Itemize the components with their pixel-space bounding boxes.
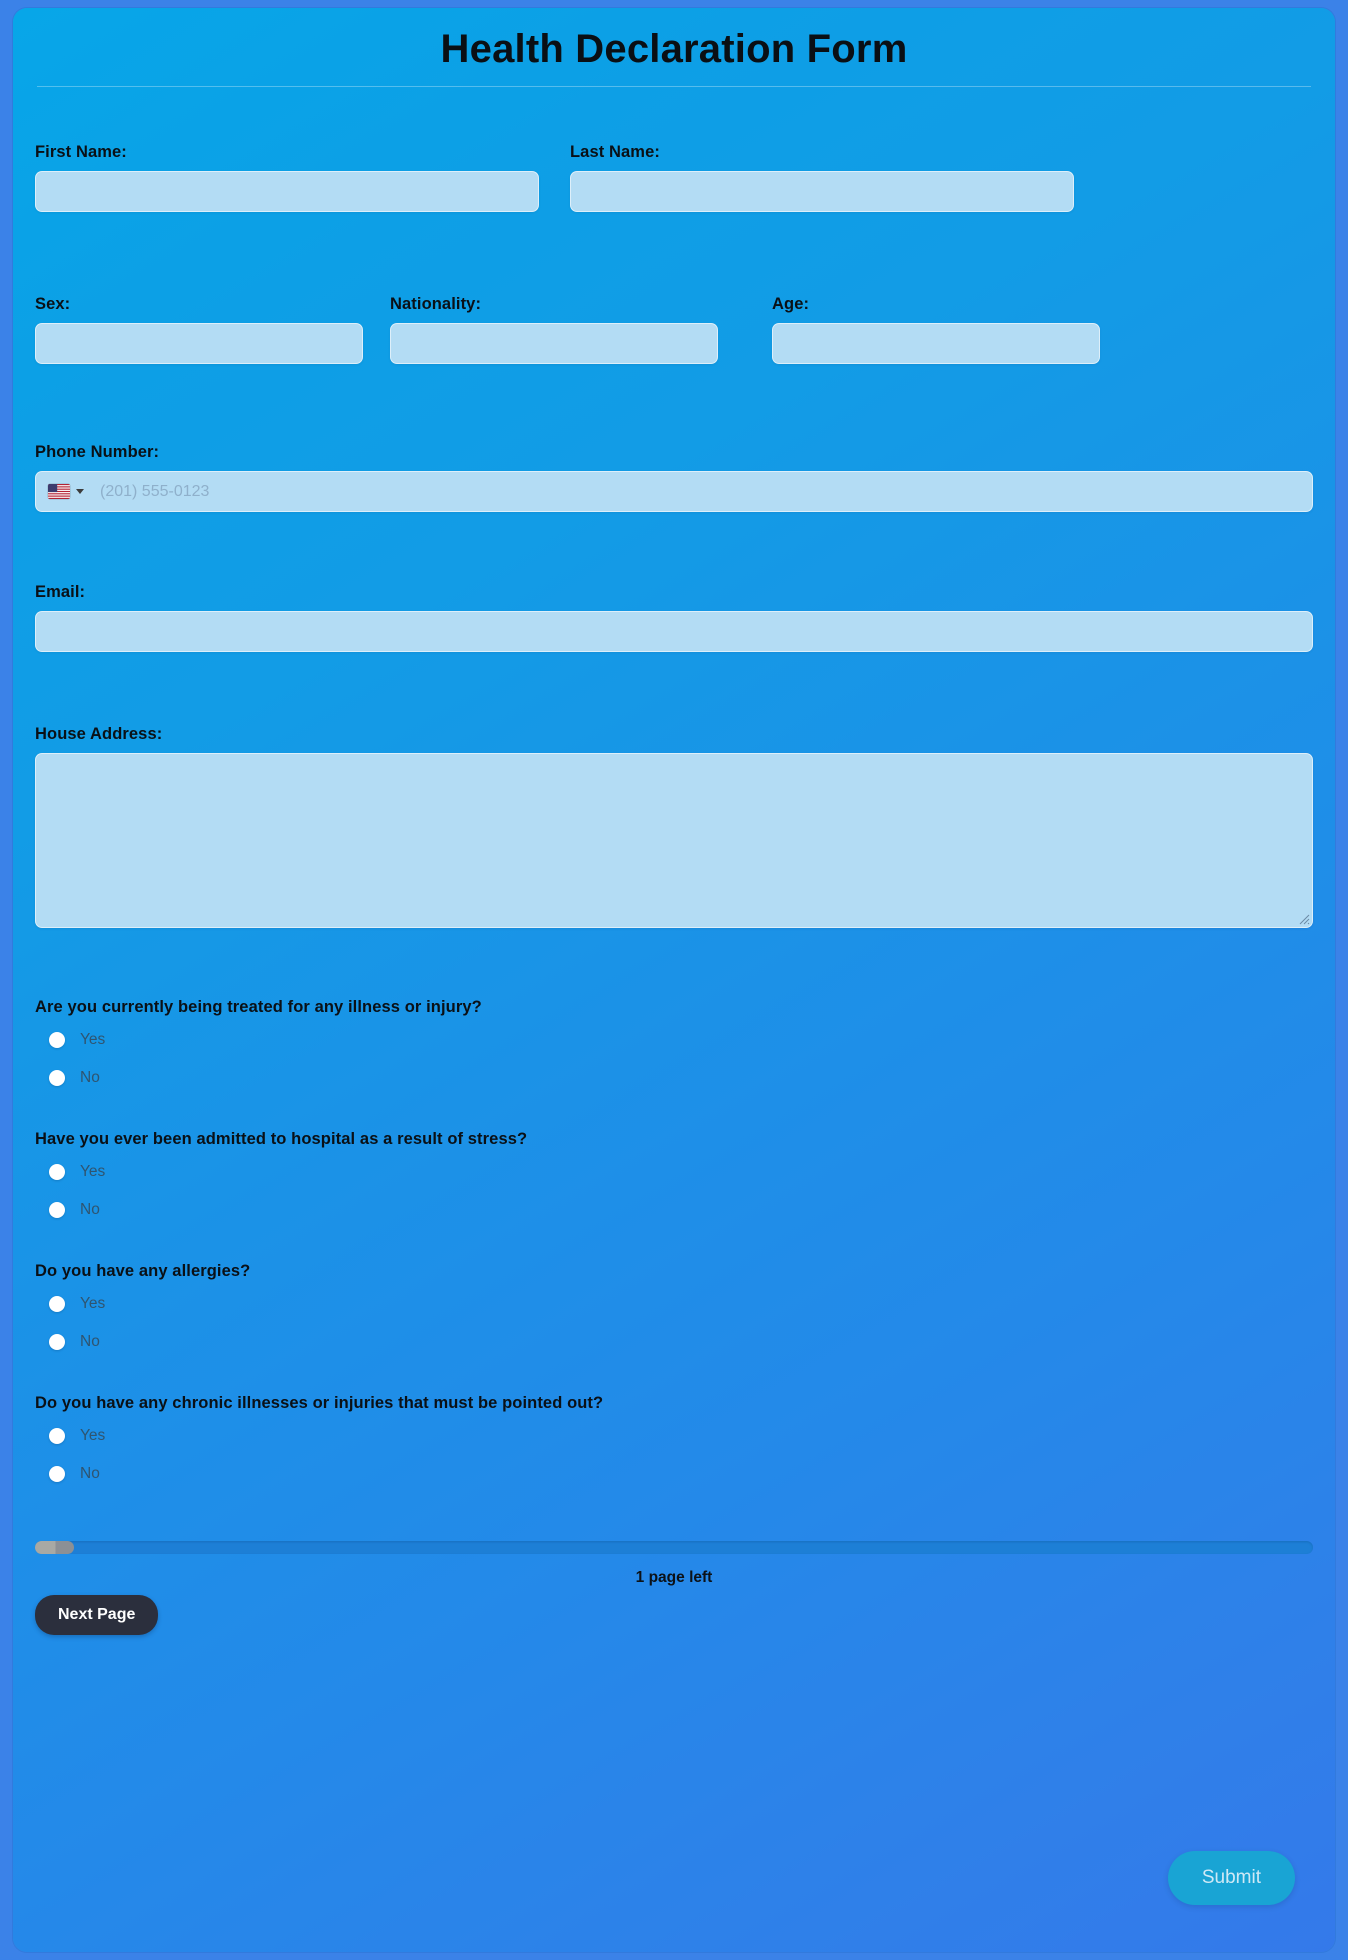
age-label: Age: — [772, 295, 810, 313]
name-row: First Name: Last Name: — [13, 143, 1335, 212]
question-block: Have you ever been admitted to hospital … — [35, 1130, 1313, 1219]
email-input[interactable] — [35, 611, 1313, 652]
phone-field-group: Phone Number: — [13, 443, 1335, 512]
progress-bar[interactable] — [35, 1541, 1313, 1554]
radio-option-yes[interactable]: Yes — [35, 1031, 1313, 1049]
radio-option-no[interactable]: No — [35, 1333, 1313, 1351]
radio-option-no[interactable]: No — [35, 1465, 1313, 1483]
radio-option-label: Yes — [80, 1163, 106, 1180]
radio-icon[interactable] — [49, 1164, 65, 1180]
question-text: Do you have any chronic illnesses or inj… — [35, 1394, 604, 1412]
sex-field-group: Sex: — [35, 295, 363, 364]
sex-input[interactable] — [35, 323, 363, 364]
radio-option-no[interactable]: No — [35, 1201, 1313, 1219]
last-name-field-group: Last Name: — [570, 143, 1074, 212]
email-label: Email: — [35, 583, 86, 601]
question-text: Have you ever been admitted to hospital … — [35, 1130, 528, 1148]
radio-option-label: No — [80, 1069, 100, 1086]
last-name-input[interactable] — [570, 171, 1074, 212]
phone-label: Phone Number: — [35, 443, 160, 461]
email-field-group: Email: — [13, 583, 1335, 652]
radio-icon[interactable] — [49, 1428, 65, 1444]
radio-icon[interactable] — [49, 1334, 65, 1350]
pages-left-status: 1 page left — [635, 1569, 713, 1586]
radio-icon[interactable] — [49, 1466, 65, 1482]
radio-icon[interactable] — [49, 1202, 65, 1218]
radio-option-label: No — [80, 1465, 100, 1482]
question-block: Do you have any chronic illnesses or inj… — [35, 1394, 1313, 1483]
address-field-group: House Address: — [13, 725, 1335, 928]
form-footer: 1 page left Next Page — [13, 1541, 1335, 1635]
us-flag-icon — [48, 484, 70, 499]
question-block: Are you currently being treated for any … — [35, 998, 1313, 1087]
address-textarea-wrapper — [35, 753, 1313, 928]
age-input[interactable] — [772, 323, 1100, 364]
question-block: Do you have any allergies? Yes No — [35, 1262, 1313, 1351]
radio-option-label: Yes — [80, 1295, 106, 1312]
radio-option-no[interactable]: No — [35, 1069, 1313, 1087]
last-name-label: Last Name: — [570, 143, 660, 161]
radio-option-yes[interactable]: Yes — [35, 1295, 1313, 1313]
country-code-selector[interactable] — [36, 472, 92, 511]
nationality-input[interactable] — [390, 323, 718, 364]
address-label: House Address: — [35, 725, 163, 743]
progress-bar-thumb[interactable] — [35, 1541, 74, 1554]
first-name-field-group: First Name: — [35, 143, 539, 212]
age-field-group: Age: — [772, 295, 1100, 364]
radio-option-yes[interactable]: Yes — [35, 1427, 1313, 1445]
radio-icon[interactable] — [49, 1032, 65, 1048]
first-name-label: First Name: — [35, 143, 127, 161]
demographics-row: Sex: Nationality: Age: — [13, 295, 1335, 364]
header-divider — [37, 86, 1311, 87]
first-name-input[interactable] — [35, 171, 539, 212]
phone-input-wrapper — [35, 471, 1313, 512]
radio-icon[interactable] — [49, 1070, 65, 1086]
radio-option-label: Yes — [80, 1427, 106, 1444]
health-declaration-form-card: Health Declaration Form First Name: Last… — [13, 8, 1335, 1952]
nationality-label: Nationality: — [390, 295, 482, 313]
question-text: Do you have any allergies? — [35, 1262, 251, 1280]
questions-section: Are you currently being treated for any … — [13, 998, 1335, 1483]
radio-icon[interactable] — [49, 1296, 65, 1312]
form-header: Health Declaration Form — [13, 8, 1335, 101]
next-page-button[interactable]: Next Page — [35, 1595, 159, 1635]
page-title: Health Declaration Form — [440, 27, 908, 71]
radio-option-label: No — [80, 1333, 100, 1350]
radio-option-label: No — [80, 1201, 100, 1218]
chevron-down-icon — [76, 489, 84, 494]
nationality-field-group: Nationality: — [390, 295, 718, 364]
question-text: Are you currently being treated for any … — [35, 998, 482, 1016]
phone-number-input[interactable] — [92, 472, 1312, 511]
radio-option-yes[interactable]: Yes — [35, 1163, 1313, 1181]
house-address-textarea[interactable] — [35, 753, 1313, 928]
submit-button[interactable]: Submit — [1167, 1851, 1295, 1905]
sex-label: Sex: — [35, 295, 71, 313]
radio-option-label: Yes — [80, 1031, 106, 1048]
